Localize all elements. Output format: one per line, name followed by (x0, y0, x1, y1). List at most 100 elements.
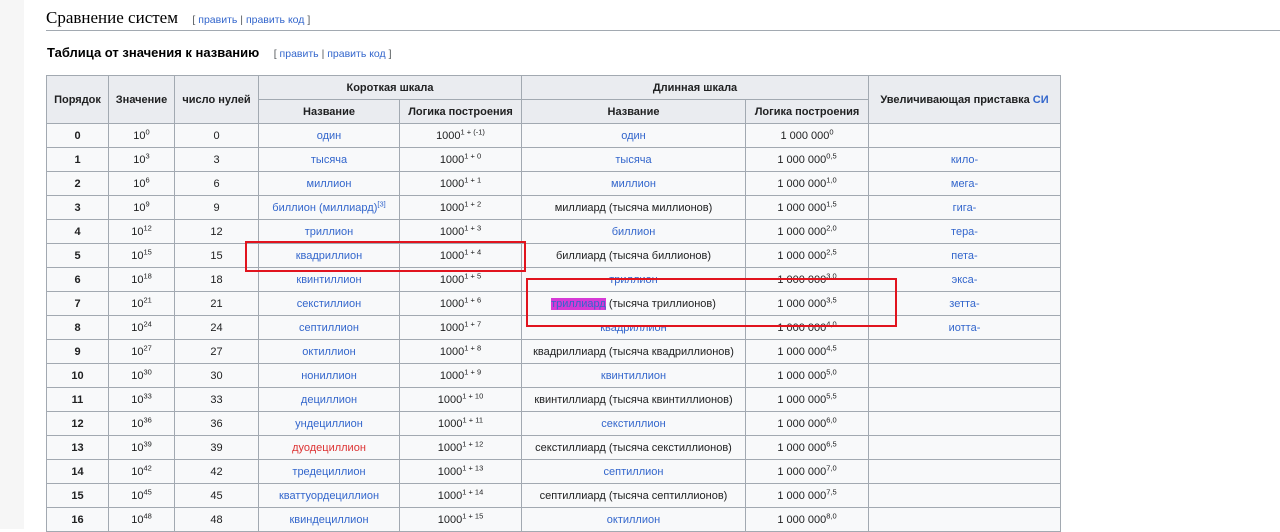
table-row: 3 109 9 биллион (миллиард)[3] 10001 + 2 милли… (46, 195, 1061, 220)
logic-base: 1000 (439, 273, 465, 286)
short-name-link[interactable]: кваттуордециллион (279, 490, 379, 502)
long-logic-cell: 1 000 0000,5 (745, 147, 869, 172)
long-name-link[interactable]: миллион (611, 178, 656, 190)
logic-exponent: 1,0 (826, 174, 837, 184)
logic-exponent: 3,0 (826, 270, 837, 280)
logic-exponent: 1 + 9 (464, 366, 482, 376)
long-name-text: секстиллиард (тысяча секстиллионов) (535, 441, 732, 454)
si-prefix-link[interactable]: зетта- (949, 298, 979, 310)
value-cell: 1042 (108, 459, 175, 484)
value-cell: 1039 (108, 435, 175, 460)
logic-base: 1000 (436, 129, 461, 142)
short-name-link[interactable]: октиллион (302, 346, 355, 358)
short-name-link[interactable]: нониллион (301, 370, 357, 382)
edit-bracket-open: [ (192, 14, 196, 26)
logic-base: 1 000 000 (777, 225, 827, 238)
subsection-edit-code-link[interactable]: править код (327, 48, 385, 60)
logic-base: 1 000 000 (777, 513, 827, 526)
header-long-logic: Логика построения (745, 99, 869, 124)
long-name-link[interactable]: октиллион (607, 514, 660, 526)
long-name-cell: октиллион (521, 507, 746, 532)
table-row: 15 1045 45 кваттуордециллион 10001 + 14 септи… (46, 483, 1061, 508)
long-name-cell: биллиард (тысяча биллионов) (521, 243, 746, 268)
short-name-link[interactable]: дуодециллион (292, 442, 366, 454)
header-zeros: число нулей (174, 75, 259, 124)
value-cell: 1027 (108, 339, 175, 364)
logic-exponent: 1 + 4 (464, 246, 482, 256)
si-prefix-link[interactable]: гига- (953, 202, 977, 214)
short-name-link[interactable]: биллион (миллиард) (272, 202, 377, 214)
long-name-link[interactable]: биллион (612, 226, 656, 238)
si-prefix-link[interactable]: пета- (951, 250, 977, 262)
table-row: 4 1012 12 триллион 10001 + 3 биллион 1 000 000… (46, 219, 1061, 244)
si-prefix-cell (868, 363, 1061, 388)
logic-exponent: 6,5 (826, 438, 837, 448)
subsection-title: Таблица от значения к названию (47, 45, 260, 60)
value-base: 10 (131, 273, 144, 286)
table-row: 2 106 6 миллион 10001 + 1 миллион 1 000 0001,0… (46, 171, 1061, 196)
value-cell: 1012 (108, 219, 175, 244)
si-prefix-link[interactable]: кило- (951, 154, 978, 166)
si-prefix-link[interactable]: мега- (951, 178, 978, 190)
short-name-link[interactable]: септиллион (299, 322, 359, 334)
subsection-edit-link[interactable]: править (280, 48, 319, 60)
short-name-link[interactable]: квадриллион (296, 250, 363, 262)
short-name-cell: дециллион (258, 387, 400, 412)
logic-base: 1 000 000 (777, 321, 827, 334)
short-name-cell: один (258, 123, 400, 148)
long-logic-cell: 1 000 0004,0 (745, 315, 869, 340)
zeros-cell: 27 (174, 339, 259, 364)
long-name-cell: тысяча (521, 147, 746, 172)
long-logic-cell: 1 000 0004,5 (745, 339, 869, 364)
zeros-cell: 36 (174, 411, 259, 436)
edit-bracket-close: ] (307, 14, 311, 26)
si-prefix-link[interactable]: экса- (952, 274, 978, 286)
short-name-cell: тредециллион (258, 459, 400, 484)
long-name-link[interactable]: тысяча (615, 154, 651, 166)
long-logic-cell: 1 000 0007,5 (745, 483, 869, 508)
short-name-link[interactable]: ундециллион (295, 418, 363, 430)
long-logic-cell: 1 000 0001,5 (745, 195, 869, 220)
short-name-cell: тысяча (258, 147, 400, 172)
order-cell: 13 (46, 435, 109, 460)
table-row: 16 1048 48 квиндециллион 10001 + 15 октиллион… (46, 507, 1061, 532)
short-name-link[interactable]: квинтиллион (296, 274, 361, 286)
order-cell: 11 (46, 387, 109, 412)
si-link[interactable]: СИ (1033, 94, 1049, 106)
long-name-link[interactable]: квадриллион (600, 322, 667, 334)
section-edit-code-link[interactable]: править код (246, 14, 304, 26)
short-name-link[interactable]: тысяча (311, 154, 347, 166)
long-name-cell: миллион (521, 171, 746, 196)
long-name-highlighted-link[interactable]: триллиард (551, 297, 606, 310)
short-name-link[interactable]: тредециллион (292, 466, 365, 478)
reference-link[interactable]: [3] (377, 199, 385, 208)
short-name-link[interactable]: дециллион (301, 394, 357, 406)
si-prefix-cell (868, 411, 1061, 436)
short-logic-cell: 10001 + 12 (399, 435, 522, 460)
long-name-link[interactable]: секстиллион (601, 418, 665, 430)
short-logic-cell: 10001 + 3 (399, 219, 522, 244)
section-edit-link[interactable]: править (198, 14, 237, 26)
order-cell: 8 (46, 315, 109, 340)
long-logic-cell: 1 000 0000 (745, 123, 869, 148)
long-name-link[interactable]: триллион (609, 274, 657, 286)
si-prefix-link[interactable]: иотта- (949, 322, 981, 334)
long-name-link[interactable]: септиллион (604, 466, 664, 478)
value-exponent: 39 (143, 438, 152, 448)
long-name-link[interactable]: один (621, 130, 646, 142)
logic-exponent: 1,5 (826, 198, 837, 208)
short-name-link[interactable]: секстиллион (297, 298, 361, 310)
short-logic-cell: 10001 + 10 (399, 387, 522, 412)
short-name-link[interactable]: триллион (305, 226, 353, 238)
zeros-cell: 6 (174, 171, 259, 196)
long-name-link[interactable]: квинтиллион (601, 370, 666, 382)
edit-bracket-open: [ (273, 48, 277, 60)
value-exponent: 0 (145, 126, 150, 136)
value-exponent: 24 (143, 318, 152, 328)
short-name-link[interactable]: квиндециллион (289, 514, 368, 526)
si-prefix-link[interactable]: тера- (951, 226, 978, 238)
long-logic-cell: 1 000 0008,0 (745, 507, 869, 532)
long-name-cell: биллион (521, 219, 746, 244)
short-name-link[interactable]: один (317, 130, 342, 142)
short-name-link[interactable]: миллион (307, 178, 352, 190)
